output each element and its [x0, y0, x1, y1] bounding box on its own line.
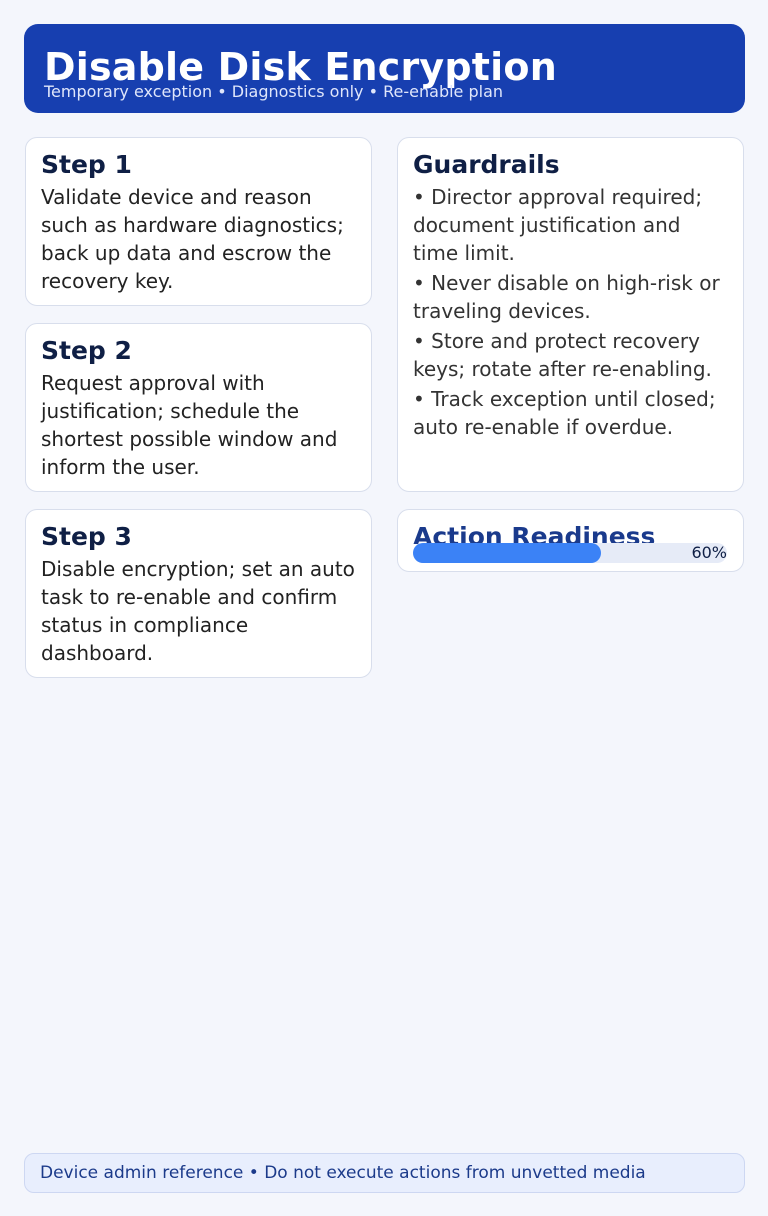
step-body: Validate device and reason such as hardw…	[41, 185, 344, 293]
guardrails-list: Director approval required; document jus…	[413, 183, 728, 441]
page: Disable Disk Encryption Temporary except…	[0, 0, 768, 1216]
footer-note: Device admin reference • Do not execute …	[24, 1153, 745, 1193]
readiness-progress-track	[413, 543, 727, 563]
step-title: Step 3	[41, 522, 132, 551]
step-card-3: Step 3 Disable encryption; set an auto t…	[25, 509, 372, 678]
page-subtitle: Temporary exception • Diagnostics only •…	[44, 82, 504, 101]
guardrail-item: Store and protect recovery keys; rotate …	[413, 327, 728, 383]
step-body: Request approval with justification; sch…	[41, 371, 338, 479]
readiness-progress-fill	[413, 543, 602, 563]
guardrail-item: Never disable on high-risk or traveling …	[413, 269, 728, 325]
step-title: Step 2	[41, 336, 132, 365]
guardrails-title: Guardrails	[413, 150, 560, 179]
step-title: Step 1	[41, 150, 132, 179]
guardrail-item: Director approval required; document jus…	[413, 183, 728, 267]
step-card-1: Step 1 Validate device and reason such a…	[25, 137, 372, 306]
readiness-percent: 60%	[691, 543, 727, 562]
step-body: Disable encryption; set an auto task to …	[41, 557, 355, 665]
readiness-title: Action Readiness	[413, 522, 656, 544]
step-card-2: Step 2 Request approval with justificati…	[25, 323, 372, 492]
guardrail-item: Track exception until closed; auto re-en…	[413, 385, 728, 441]
readiness-card: Action Readiness 60%	[397, 509, 744, 572]
guardrails-card: Guardrails Director approval required; d…	[397, 137, 744, 492]
